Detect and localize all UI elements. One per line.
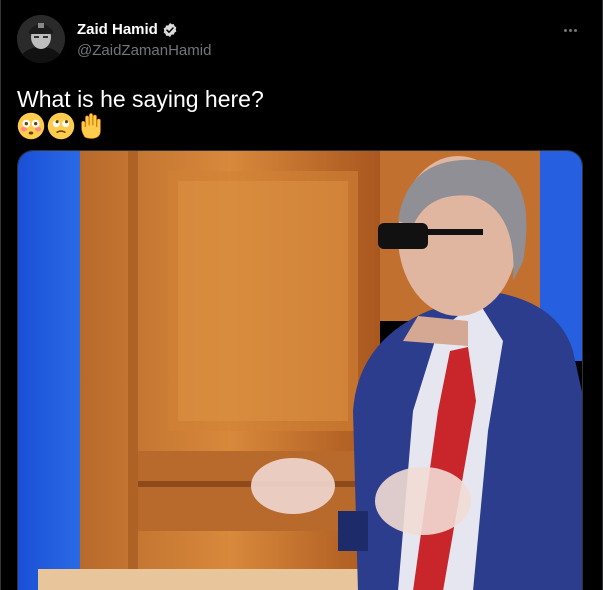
author-display-name[interactable]: Zaid Hamid	[77, 21, 158, 38]
avatar[interactable]	[17, 15, 65, 63]
emoji-row	[17, 112, 105, 140]
flushed-face-icon	[17, 112, 45, 140]
author-name-row[interactable]: Zaid Hamid	[77, 21, 178, 38]
tweet-video[interactable]	[17, 150, 583, 590]
avatar-image	[17, 15, 65, 63]
tweet-card[interactable]: Zaid Hamid @ZaidZamanHamid What is he sa…	[0, 0, 603, 590]
more-options-icon[interactable]	[558, 18, 582, 42]
raised-hand-icon	[81, 113, 101, 139]
author-handle[interactable]: @ZaidZamanHamid	[77, 42, 211, 59]
face-with-rolling-eyes-icon	[47, 112, 75, 140]
video-frame	[18, 151, 582, 590]
tweet-text: What is he saying here?	[17, 86, 264, 112]
verified-badge-icon	[163, 22, 177, 37]
